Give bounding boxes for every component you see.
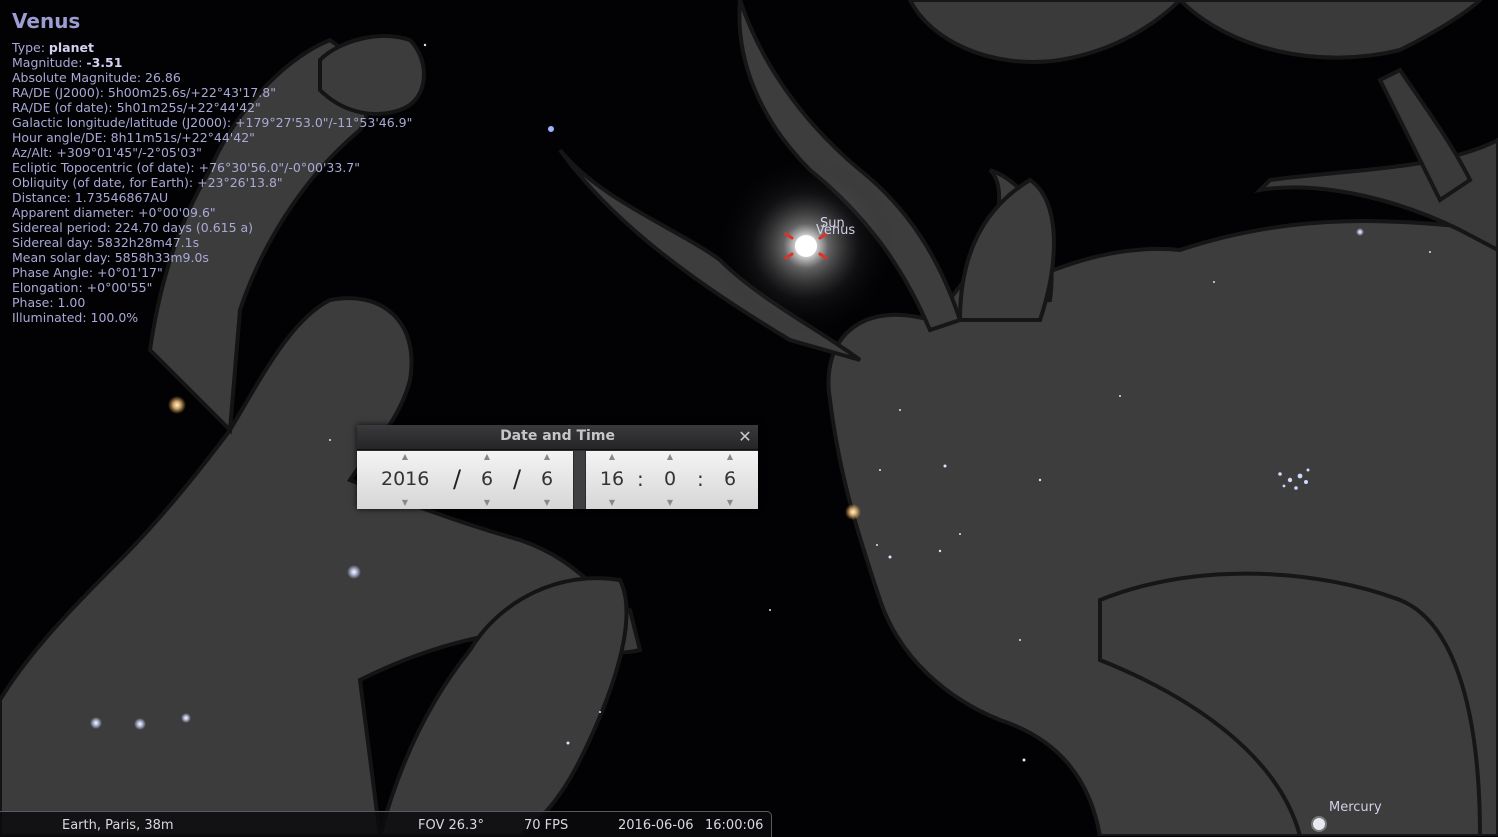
- dialog-titlebar[interactable]: Date and Time ✕: [357, 425, 758, 450]
- mercury-marker: [1311, 816, 1327, 832]
- info-row: Obliquity (of date, for Earth): +23°26'1…: [12, 175, 283, 190]
- info-row: Galactic longitude/latitude (J2000): +17…: [12, 115, 413, 130]
- info-row: Sidereal period: 224.70 days (0.615 a): [12, 220, 254, 235]
- date-text[interactable]: 2016-06-06: [618, 818, 694, 833]
- second-spinner[interactable]: ▲ 6 ▼: [712, 451, 748, 509]
- close-icon[interactable]: ✕: [736, 428, 754, 446]
- object-magnitude-label: Magnitude:: [12, 55, 83, 70]
- star-small: [548, 126, 554, 132]
- object-magnitude-value: -3.51: [86, 55, 123, 70]
- year-spinner[interactable]: ▲ 2016 ▼: [381, 451, 429, 509]
- info-row: Illuminated: 100.0%: [12, 310, 139, 325]
- day-up-arrow-icon[interactable]: ▲: [529, 451, 565, 463]
- info-row: Phase: 1.00: [12, 295, 86, 310]
- info-row: Hour angle/DE: 8h11m51s/+22°44'42": [12, 130, 255, 145]
- time-separator: :: [637, 467, 644, 491]
- time-separator: :: [697, 467, 704, 491]
- object-info-panel: Venus Type: planet Magnitude: -3.51 Abso…: [12, 8, 482, 325]
- object-type-row: Type: planet: [12, 40, 482, 55]
- star-alnitak: [90, 717, 102, 729]
- second-down-arrow-icon[interactable]: ▼: [712, 497, 748, 509]
- dialog-title: Date and Time: [500, 428, 615, 444]
- time-text[interactable]: 16:00:06: [705, 818, 763, 833]
- second-up-arrow-icon[interactable]: ▲: [712, 451, 748, 463]
- info-row: RA/DE (J2000): 5h00m25.6s/+22°43'17.8": [12, 85, 276, 100]
- star-betelgeuse: [168, 396, 186, 414]
- hour-spinner[interactable]: ▲ 16 ▼: [594, 451, 630, 509]
- info-row: Sidereal day: 5832h28m47.1s: [12, 235, 200, 250]
- info-row: Distance: 1.73546867AU: [12, 190, 169, 205]
- venus-label[interactable]: Venus: [816, 223, 855, 238]
- year-value[interactable]: 2016: [381, 467, 429, 491]
- minute-up-arrow-icon[interactable]: ▲: [652, 451, 688, 463]
- minute-down-arrow-icon[interactable]: ▼: [652, 497, 688, 509]
- hour-down-arrow-icon[interactable]: ▼: [594, 497, 630, 509]
- date-separator: /: [453, 465, 462, 493]
- info-row: RA/DE (of date): 5h01m25s/+22°44'42": [12, 100, 261, 115]
- star-hamal-area: [1356, 228, 1364, 236]
- day-spinner[interactable]: ▲ 6 ▼: [529, 451, 565, 509]
- day-value[interactable]: 6: [529, 467, 565, 491]
- minute-spinner[interactable]: ▲ 0 ▼: [652, 451, 688, 509]
- object-type-label: Type:: [12, 40, 45, 55]
- info-row: Phase Angle: +0°01'17": [12, 265, 163, 280]
- star-mintaka: [181, 713, 191, 723]
- mercury-label[interactable]: Mercury: [1329, 800, 1382, 815]
- date-separator: /: [513, 465, 522, 493]
- info-row: Mean solar day: 5858h33m9.0s: [12, 250, 209, 265]
- date-time-dialog: Date and Time ✕ ▲ 2016 ▼ / ▲ 6 ▼ / ▲ 6 ▼…: [357, 425, 758, 509]
- second-value[interactable]: 6: [712, 467, 748, 491]
- date-spinbox-group: ▲ 2016 ▼ / ▲ 6 ▼ / ▲ 6 ▼: [357, 451, 573, 509]
- object-name: Venus: [12, 9, 81, 33]
- info-row: Absolute Magnitude: 26.86: [12, 70, 181, 85]
- day-down-arrow-icon[interactable]: ▼: [529, 497, 565, 509]
- object-magnitude-row: Magnitude: -3.51: [12, 55, 482, 70]
- taurus-constellation-art: [558, 0, 1498, 836]
- month-down-arrow-icon[interactable]: ▼: [469, 497, 505, 509]
- year-down-arrow-icon[interactable]: ▼: [381, 497, 429, 509]
- fps-text: 70 FPS: [524, 818, 569, 833]
- venus-disk: [795, 235, 817, 257]
- month-value[interactable]: 6: [469, 467, 505, 491]
- info-row: Ecliptic Topocentric (of date): +76°30'5…: [12, 160, 361, 175]
- month-spinner[interactable]: ▲ 6 ▼: [469, 451, 505, 509]
- info-row: Apparent diameter: +0°00'09.6": [12, 205, 216, 220]
- star-aldebaran: [845, 504, 861, 520]
- hour-up-arrow-icon[interactable]: ▲: [594, 451, 630, 463]
- year-up-arrow-icon[interactable]: ▲: [381, 451, 429, 463]
- star-alnilam: [134, 718, 146, 730]
- info-row: Elongation: +0°00'55": [12, 280, 153, 295]
- time-spinbox-group: ▲ 16 ▼ : ▲ 0 ▼ : ▲ 6 ▼: [586, 451, 758, 509]
- month-up-arrow-icon[interactable]: ▲: [469, 451, 505, 463]
- fov-text: FOV 26.3°: [418, 818, 484, 833]
- info-row: Az/Alt: +309°01'45"/-2°05'03": [12, 145, 202, 160]
- minute-value[interactable]: 0: [652, 467, 688, 491]
- location-text[interactable]: Earth, Paris, 38m: [62, 818, 174, 833]
- bottom-status-bar: Earth, Paris, 38m FOV 26.3° 70 FPS 2016-…: [0, 811, 772, 837]
- object-type-value: planet: [48, 40, 94, 55]
- hour-value[interactable]: 16: [594, 467, 630, 491]
- date-time-divider: [574, 451, 585, 509]
- star-bellatrix: [347, 565, 361, 579]
